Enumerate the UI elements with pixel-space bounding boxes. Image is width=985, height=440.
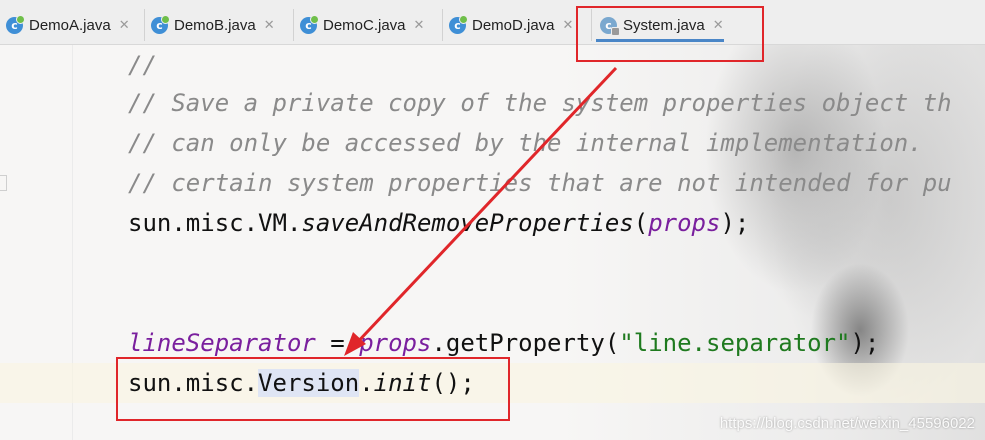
annotation-arrow [344,66,618,356]
watermark: https://blog.csdn.net/weixin_45596022 [719,415,975,432]
